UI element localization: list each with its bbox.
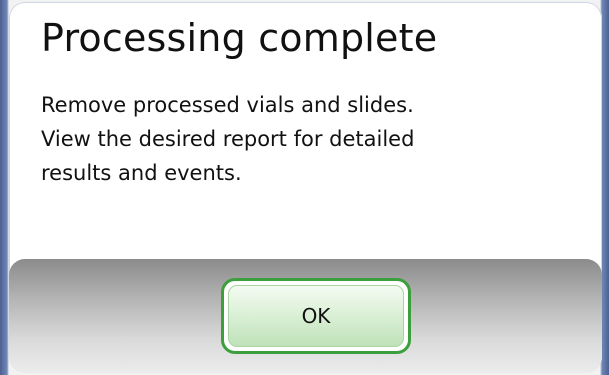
dialog-message: Remove processed vials and slides. View …: [41, 88, 561, 190]
ok-button-label: OK: [228, 285, 404, 347]
dialog-button-bar: OK: [9, 259, 602, 373]
dialog-message-line: View the desired report for detailed: [41, 127, 415, 151]
screen: Processing complete Remove processed via…: [0, 0, 609, 375]
ok-button[interactable]: OK: [221, 278, 411, 354]
dialog-message-line: Remove processed vials and slides.: [41, 93, 414, 117]
dialog-title: Processing complete: [41, 16, 438, 60]
processing-complete-dialog: Processing complete Remove processed via…: [9, 2, 602, 373]
dialog-message-line: results and events.: [41, 161, 242, 185]
